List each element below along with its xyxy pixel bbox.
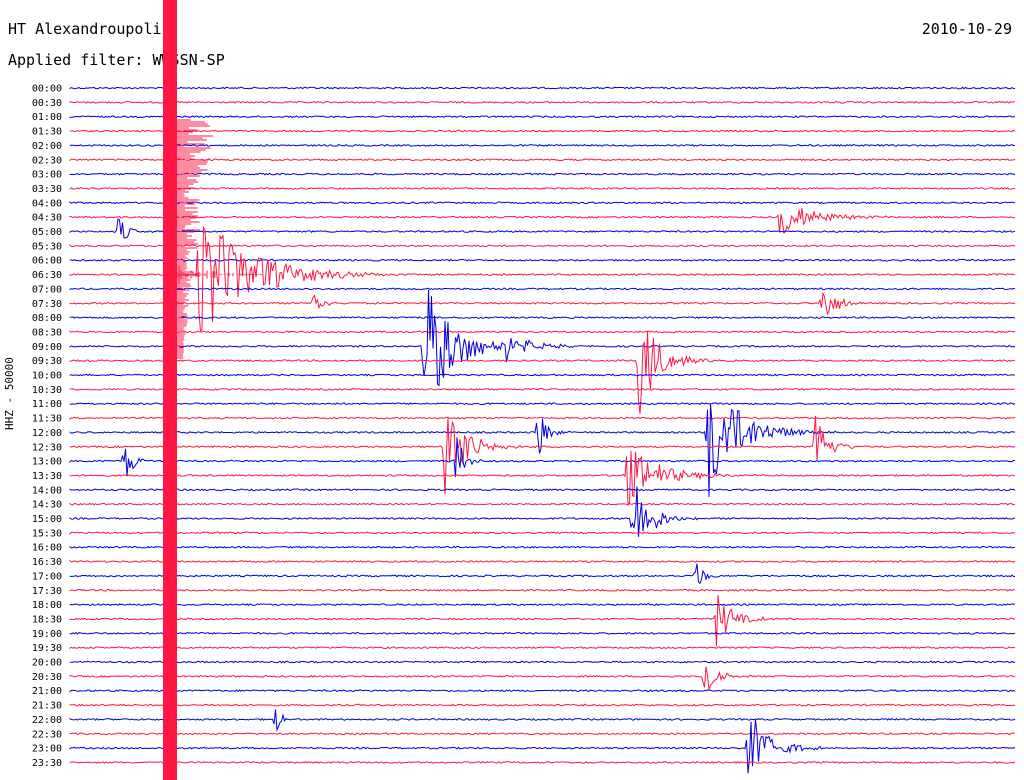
row-label: 13:30 xyxy=(32,471,62,482)
trace-line xyxy=(69,559,1016,564)
row-label: 04:30 xyxy=(32,213,62,224)
trace-line xyxy=(69,218,1016,239)
trace-line xyxy=(69,703,1016,707)
row-label: 10:00 xyxy=(32,371,62,382)
row-label: 11:00 xyxy=(32,399,62,410)
trace-line xyxy=(69,330,1016,334)
trace-line xyxy=(69,531,1016,535)
row-label: 10:30 xyxy=(32,385,62,396)
row-label: 08:00 xyxy=(32,313,62,324)
trace-line xyxy=(69,437,1016,477)
trace-line xyxy=(69,660,1016,664)
trace-line xyxy=(69,488,1016,492)
row-label: 09:00 xyxy=(32,342,62,353)
trace-line xyxy=(69,603,1016,607)
row-label: 12:30 xyxy=(32,442,62,453)
row-label: 12:00 xyxy=(32,428,62,439)
trace-line xyxy=(69,172,1016,176)
row-label: 05:30 xyxy=(32,241,62,252)
trace-line xyxy=(69,387,1016,391)
trace-line xyxy=(69,373,1016,377)
row-label: 11:30 xyxy=(32,414,62,425)
trace-line xyxy=(69,331,1016,415)
trace-line xyxy=(69,316,1016,320)
row-label: 03:00 xyxy=(32,170,62,181)
trace-line xyxy=(69,595,1016,647)
row-label: 13:00 xyxy=(32,457,62,468)
trace-line xyxy=(69,760,1016,764)
trace-line xyxy=(69,588,1016,592)
row-label: 19:00 xyxy=(32,629,62,640)
trace-line xyxy=(69,646,1016,650)
seismogram-plot: 00:00 00:30 01:00 01:30 02:00 02:30 03:00 03:30… xyxy=(32,0,1016,780)
trace-line xyxy=(69,129,1016,133)
row-label: 21:30 xyxy=(32,701,62,712)
row-label: 08:30 xyxy=(32,327,62,338)
row-label: 22:00 xyxy=(32,715,62,726)
trace-line xyxy=(69,450,1016,506)
row-label: 03:30 xyxy=(32,184,62,195)
trace-line xyxy=(69,100,1016,104)
row-label: 15:00 xyxy=(32,514,62,525)
trace-line xyxy=(69,402,1016,406)
trace-line xyxy=(69,545,1016,549)
row-label: 23:30 xyxy=(32,758,62,769)
row-label: 21:00 xyxy=(32,686,62,697)
row-label: 06:00 xyxy=(32,256,62,267)
row-label: 01:00 xyxy=(32,112,62,123)
row-label: 00:00 xyxy=(32,84,62,95)
row-label: 14:00 xyxy=(32,485,62,496)
trace-line xyxy=(69,486,1016,537)
trace-line xyxy=(69,258,1016,262)
traces xyxy=(69,86,1016,774)
trace-line xyxy=(69,158,1016,162)
row-label: 18:30 xyxy=(32,614,62,625)
row-label: 01:30 xyxy=(32,127,62,138)
row-label: 16:00 xyxy=(32,543,62,554)
row-label: 20:00 xyxy=(32,658,62,669)
row-label: 04:00 xyxy=(32,198,62,209)
trace-line xyxy=(69,208,1016,234)
row-label: 19:30 xyxy=(32,643,62,654)
trace-line xyxy=(69,563,1016,585)
trace-line xyxy=(69,631,1016,635)
row-label: 22:30 xyxy=(32,729,62,740)
trace-line xyxy=(69,201,1016,205)
row-label: 23:00 xyxy=(32,744,62,755)
row-label: 17:30 xyxy=(32,586,62,597)
row-label: 16:30 xyxy=(32,557,62,568)
row-label: 05:00 xyxy=(32,227,62,238)
row-label: 14:30 xyxy=(32,500,62,511)
row-label: 09:30 xyxy=(32,356,62,367)
trace-line xyxy=(69,666,1016,690)
row-label: 06:30 xyxy=(32,270,62,281)
trace-line xyxy=(69,143,1016,147)
trace-line xyxy=(69,502,1016,506)
saturated-event-band xyxy=(163,0,177,780)
row-label: 17:00 xyxy=(32,571,62,582)
trace-line xyxy=(69,719,1016,774)
row-label: 07:30 xyxy=(32,299,62,310)
trace-line xyxy=(69,115,1016,119)
row-label: 00:30 xyxy=(32,98,62,109)
trace-line xyxy=(69,86,1016,90)
trace-line xyxy=(69,709,1016,732)
trace-line xyxy=(69,186,1016,190)
row-label: 02:30 xyxy=(32,155,62,166)
trace-line xyxy=(69,689,1016,693)
row-label: 18:00 xyxy=(32,600,62,611)
trace-line xyxy=(69,226,1016,332)
row-label: 20:30 xyxy=(32,672,62,683)
trace-line xyxy=(69,732,1016,736)
trace-line xyxy=(69,244,1016,248)
row-label: 02:00 xyxy=(32,141,62,152)
row-labels: 00:00 00:30 01:00 01:30 02:00 02:30 03:00 03:30… xyxy=(32,84,62,769)
row-label: 15:30 xyxy=(32,528,62,539)
row-label: 07:00 xyxy=(32,284,62,295)
